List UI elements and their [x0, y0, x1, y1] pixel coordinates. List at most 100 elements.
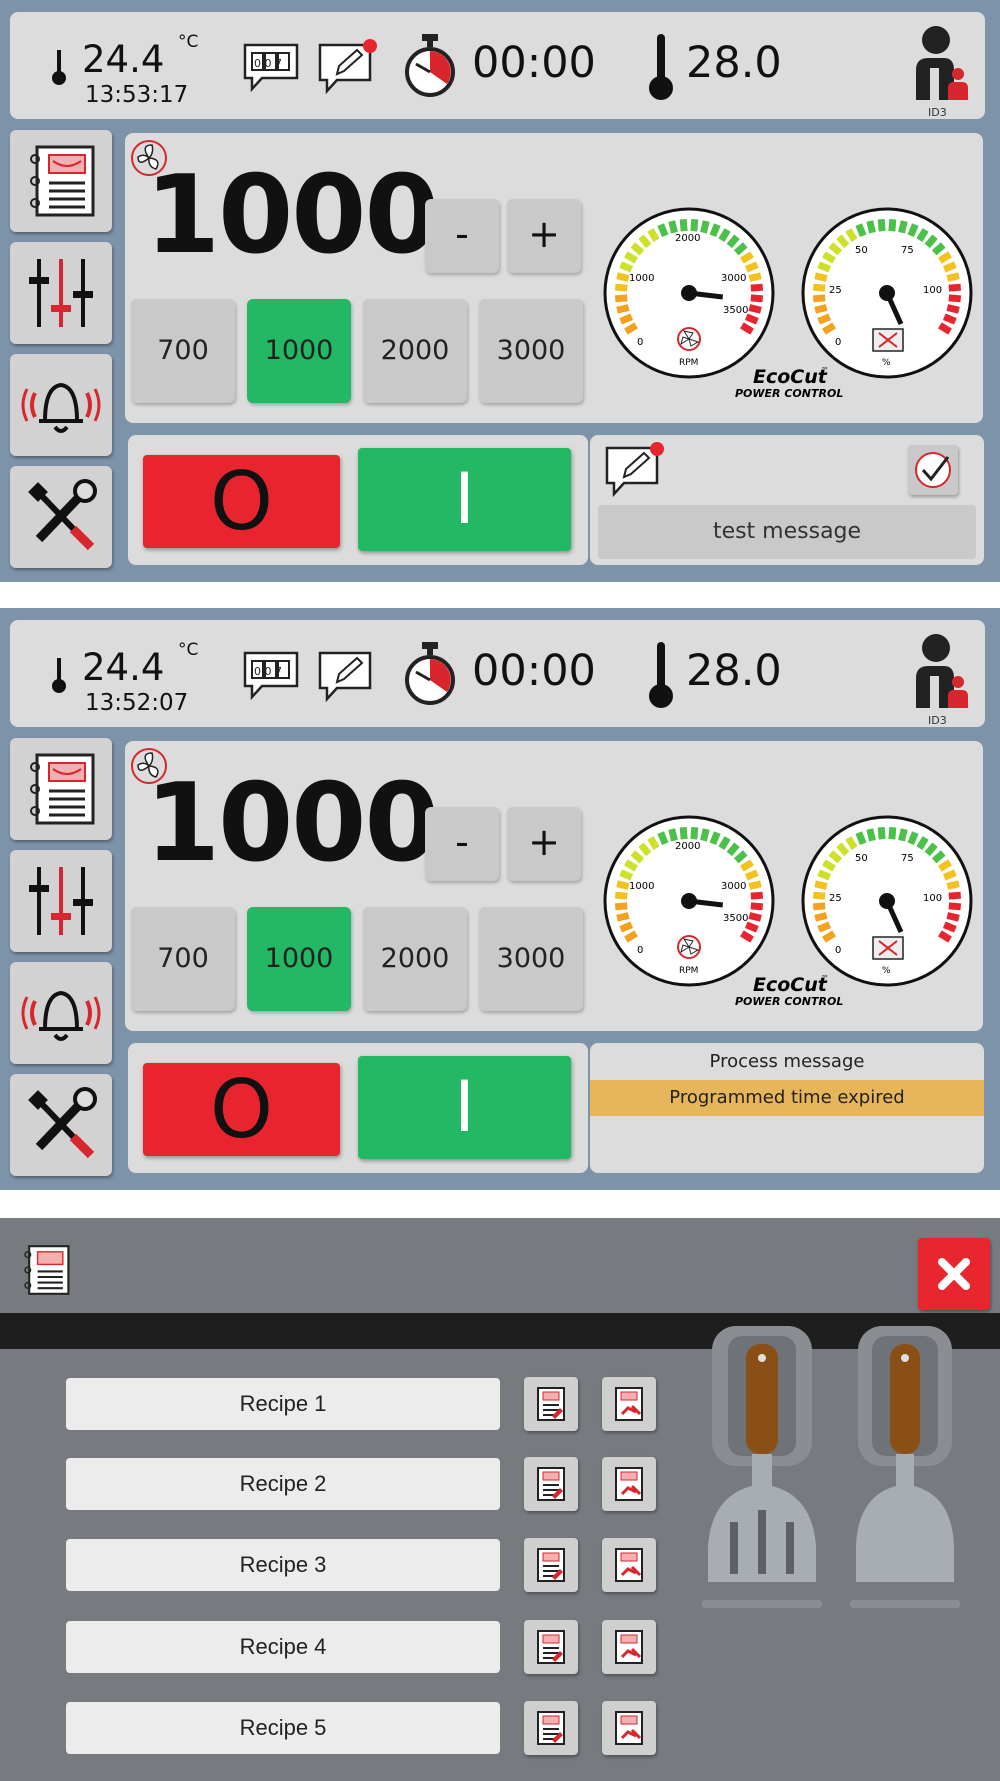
recipe-4-field[interactable]: Recipe 4 [66, 1621, 500, 1673]
preset-2000-button[interactable]: 2000 [363, 299, 467, 403]
speed-decrease-button[interactable]: - [425, 199, 499, 273]
recipe-edit-icon [615, 1467, 643, 1501]
user-icon[interactable] [910, 632, 972, 708]
stopwatch-icon[interactable] [402, 640, 458, 706]
load-recipe-1-button[interactable] [524, 1377, 578, 1431]
load-recipe-2-button[interactable] [524, 1457, 578, 1511]
stop-button[interactable]: O [143, 1063, 340, 1156]
preset-1000-button[interactable]: 1000 [247, 299, 351, 403]
preset-3000-button[interactable]: 3000 [479, 299, 583, 403]
sliders-icon [29, 867, 93, 935]
speed-increase-button[interactable]: + [507, 807, 581, 881]
edit-recipe-5-button[interactable] [602, 1701, 656, 1755]
scale-segment [700, 220, 710, 234]
recipe-edit-icon [615, 1711, 643, 1745]
scale-segment [619, 869, 634, 881]
scale-segment [898, 220, 908, 234]
edit-recipe-1-button[interactable] [602, 1377, 656, 1431]
edit-recipe-4-button[interactable] [602, 1620, 656, 1674]
preset-3000-button[interactable]: 3000 [479, 907, 583, 1011]
ambient-temperature: 24.4 [82, 38, 165, 81]
message-panel: test message [590, 435, 984, 565]
message-text: test message [598, 505, 976, 559]
svg-text:0 0 7: 0 0 7 [254, 57, 282, 70]
clock: 13:52:07 [85, 690, 189, 716]
timer-display: 00:00 [472, 38, 596, 88]
scale-segment [748, 272, 762, 282]
rpm-tick-0: 0 [637, 945, 643, 956]
preset-700-button[interactable]: 700 [131, 907, 235, 1011]
scale-segment [748, 912, 762, 922]
alarm-button[interactable] [10, 354, 112, 456]
load-recipe-5-button[interactable] [524, 1701, 578, 1755]
recipe-edit-icon [615, 1548, 643, 1582]
scale-segment [679, 826, 688, 840]
stopwatch-icon[interactable] [402, 32, 458, 98]
load-tick-75: 75 [901, 853, 914, 864]
counter-icon[interactable]: 0 0 7 [242, 650, 300, 700]
recipe-3-field[interactable]: Recipe 3 [66, 1539, 500, 1591]
settings-button[interactable] [10, 242, 112, 344]
brand-tm: ™ [821, 974, 829, 983]
scale-segment [817, 313, 832, 325]
speed-decrease-button[interactable]: - [425, 807, 499, 881]
preset-2000-button[interactable]: 2000 [363, 907, 467, 1011]
process-temperature: 28.0 [686, 38, 782, 88]
alarm-button[interactable] [10, 962, 112, 1064]
scale-segment [619, 261, 634, 273]
scale-segment [942, 261, 957, 273]
service-button[interactable] [10, 1074, 112, 1176]
load-unit-label: % [882, 966, 891, 976]
recipe-5-field[interactable]: Recipe 5 [66, 1702, 500, 1754]
ambient-readout: 24.4 °C 13:52:07 [40, 640, 230, 720]
preset-700-button[interactable]: 700 [131, 299, 235, 403]
ambient-readout: 24.4 °C 13:53:17 [40, 32, 230, 112]
rpm-tick-1000: 1000 [629, 881, 654, 892]
start-button[interactable]: I [358, 448, 571, 551]
recipes-button[interactable] [10, 738, 112, 840]
edit-recipe-2-button[interactable] [602, 1457, 656, 1511]
close-button[interactable] [918, 1238, 990, 1310]
scale-segment [898, 828, 908, 842]
note-edit-icon[interactable] [604, 441, 666, 497]
stop-button[interactable]: O [143, 455, 340, 548]
scale-segment [690, 218, 699, 232]
counter-icon[interactable]: 0 0 7 [242, 42, 300, 92]
check-icon [915, 452, 951, 488]
scale-segment [744, 869, 759, 881]
recipe-load-icon [537, 1467, 565, 1501]
scale-segment [616, 912, 630, 922]
recipes-button[interactable] [10, 130, 112, 232]
preset-1000-button[interactable]: 1000 [247, 907, 351, 1011]
recipe-1-field[interactable]: Recipe 1 [66, 1378, 500, 1430]
scale-segment [750, 902, 764, 911]
scale-segment [812, 294, 826, 303]
load-recipe-3-button[interactable] [524, 1538, 578, 1592]
confirm-message-button[interactable] [908, 445, 958, 495]
note-edit-icon[interactable] [317, 38, 379, 94]
scale-segment [619, 313, 634, 325]
user-icon[interactable] [910, 24, 972, 100]
user-id: ID3 [928, 714, 947, 727]
close-icon [938, 1258, 970, 1290]
service-button[interactable] [10, 466, 112, 568]
scale-segment [946, 272, 960, 282]
scale-segment [814, 304, 828, 314]
start-button[interactable]: I [358, 1056, 571, 1159]
scale-segment [750, 294, 764, 303]
note-edit-icon[interactable] [317, 646, 379, 702]
brand-subtitle: POWER CONTROL [735, 995, 843, 1008]
scale-segment [814, 272, 828, 282]
process-message-panel: Process message Programmed time expired [590, 1043, 984, 1173]
scale-segment [744, 313, 759, 325]
settings-button[interactable] [10, 850, 112, 952]
edit-recipe-3-button[interactable] [602, 1538, 656, 1592]
scale-segment [750, 891, 764, 900]
brand-name: EcoCut [753, 366, 828, 388]
recipe-2-field[interactable]: Recipe 2 [66, 1458, 500, 1510]
scale-segment [877, 826, 886, 840]
speed-increase-button[interactable]: + [507, 199, 581, 273]
rpm-tick-1000: 1000 [629, 273, 654, 284]
recipe-load-icon [537, 1711, 565, 1745]
load-recipe-4-button[interactable] [524, 1620, 578, 1674]
